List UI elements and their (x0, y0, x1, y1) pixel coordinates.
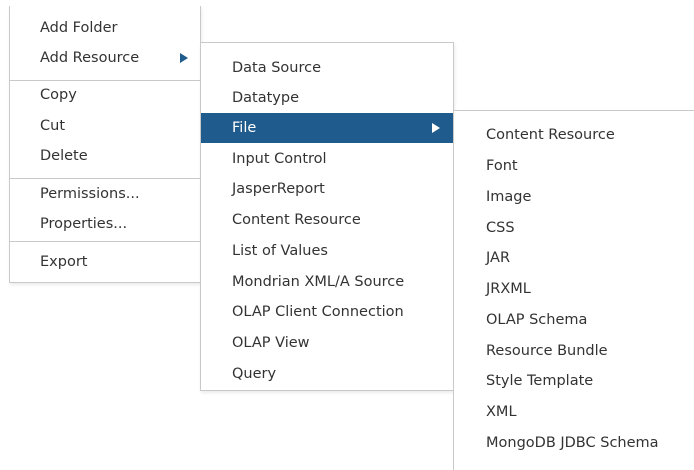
menu-item-olap-client-connection[interactable]: OLAP Client Connection (201, 297, 453, 327)
menu-item-export[interactable]: Export (10, 247, 200, 277)
menu-item-image[interactable]: Image (454, 182, 694, 212)
menu-item-label: Cut (40, 118, 65, 134)
menu-item-label: CSS (486, 220, 515, 236)
menu-item-content-resource[interactable]: Content Resource (454, 120, 694, 150)
menu-separator (10, 241, 200, 242)
menu-item-label: Permissions... (40, 186, 140, 202)
menu-item-label: Content Resource (232, 212, 361, 228)
menu-item-style-template[interactable]: Style Template (454, 366, 694, 396)
menu-item-jasperreport[interactable]: JasperReport (201, 174, 453, 204)
menu-item-jar[interactable]: JAR (454, 243, 694, 273)
menu-item-label: XML (486, 404, 517, 420)
menu-item-content-resource[interactable]: Content Resource (201, 205, 453, 235)
menu-item-properties[interactable]: Properties... (10, 209, 200, 239)
menu-item-delete[interactable]: Delete (10, 141, 200, 171)
menu-item-label: Mondrian XML/A Source (232, 274, 405, 290)
menu-item-font[interactable]: Font (454, 151, 694, 181)
menu-item-add-folder[interactable]: Add Folder (10, 13, 200, 43)
menu-item-label: Delete (40, 148, 88, 164)
menu-item-label: OLAP Schema (486, 312, 588, 328)
menu-item-jrxml[interactable]: JRXML (454, 274, 694, 304)
menu-item-olap-view[interactable]: OLAP View (201, 328, 453, 358)
menu-item-xml[interactable]: XML (454, 397, 694, 427)
menu-item-label: Image (486, 189, 532, 205)
menu-item-label: Data Source (232, 60, 322, 76)
menu-item-label: Properties... (40, 216, 128, 232)
menu-item-cut[interactable]: Cut (10, 111, 200, 141)
menu-item-add-resource[interactable]: Add Resource (10, 43, 200, 73)
menu-item-permissions[interactable]: Permissions... (10, 179, 200, 209)
menu-item-label: File (232, 120, 257, 136)
menu-item-label: Datatype (232, 90, 300, 106)
menu-item-label: MongoDB JDBC Schema (486, 435, 659, 451)
submenu-arrow-icon (432, 123, 440, 133)
menu-item-label: Export (40, 254, 88, 270)
menu-item-input-control[interactable]: Input Control (201, 144, 453, 174)
menu-item-css[interactable]: CSS (454, 213, 694, 243)
menu-item-label: Add Resource (40, 50, 140, 66)
menu-item-label: OLAP Client Connection (232, 304, 404, 320)
context-menu: Add Folder Add Resource Copy Cut Delete … (9, 6, 201, 283)
menu-item-file[interactable]: File (201, 113, 453, 143)
menu-item-resource-bundle[interactable]: Resource Bundle (454, 336, 694, 366)
menu-item-label: JRXML (486, 281, 531, 297)
file-submenu: Content Resource Font Image CSS JAR JRXM… (453, 110, 694, 470)
menu-item-label: Query (232, 366, 277, 382)
submenu-arrow-icon (180, 53, 188, 63)
menu-item-label: Style Template (486, 373, 594, 389)
menu-item-label: Add Folder (40, 20, 118, 36)
add-resource-submenu: Data Source Datatype File Input Control … (200, 42, 454, 391)
menu-item-label: JasperReport (232, 181, 325, 197)
menu-item-label: List of Values (232, 243, 328, 259)
menu-item-label: JAR (486, 250, 511, 266)
menu-item-label: Font (486, 158, 518, 174)
menu-item-query[interactable]: Query (201, 359, 453, 389)
menu-item-datatype[interactable]: Datatype (201, 83, 453, 113)
menu-item-label: Content Resource (486, 127, 615, 143)
menu-item-label: Copy (40, 87, 77, 103)
menu-item-label: OLAP View (232, 335, 310, 351)
menu-item-olap-schema[interactable]: OLAP Schema (454, 305, 694, 335)
menu-item-mondrian-xmla-source[interactable]: Mondrian XML/A Source (201, 267, 453, 297)
menu-item-mongodb-jdbc-schema[interactable]: MongoDB JDBC Schema (454, 428, 694, 458)
menu-item-label: Resource Bundle (486, 343, 608, 359)
menu-item-label: Input Control (232, 151, 327, 167)
menu-item-copy[interactable]: Copy (10, 80, 200, 110)
menu-item-data-source[interactable]: Data Source (201, 53, 453, 83)
menu-item-list-of-values[interactable]: List of Values (201, 236, 453, 266)
